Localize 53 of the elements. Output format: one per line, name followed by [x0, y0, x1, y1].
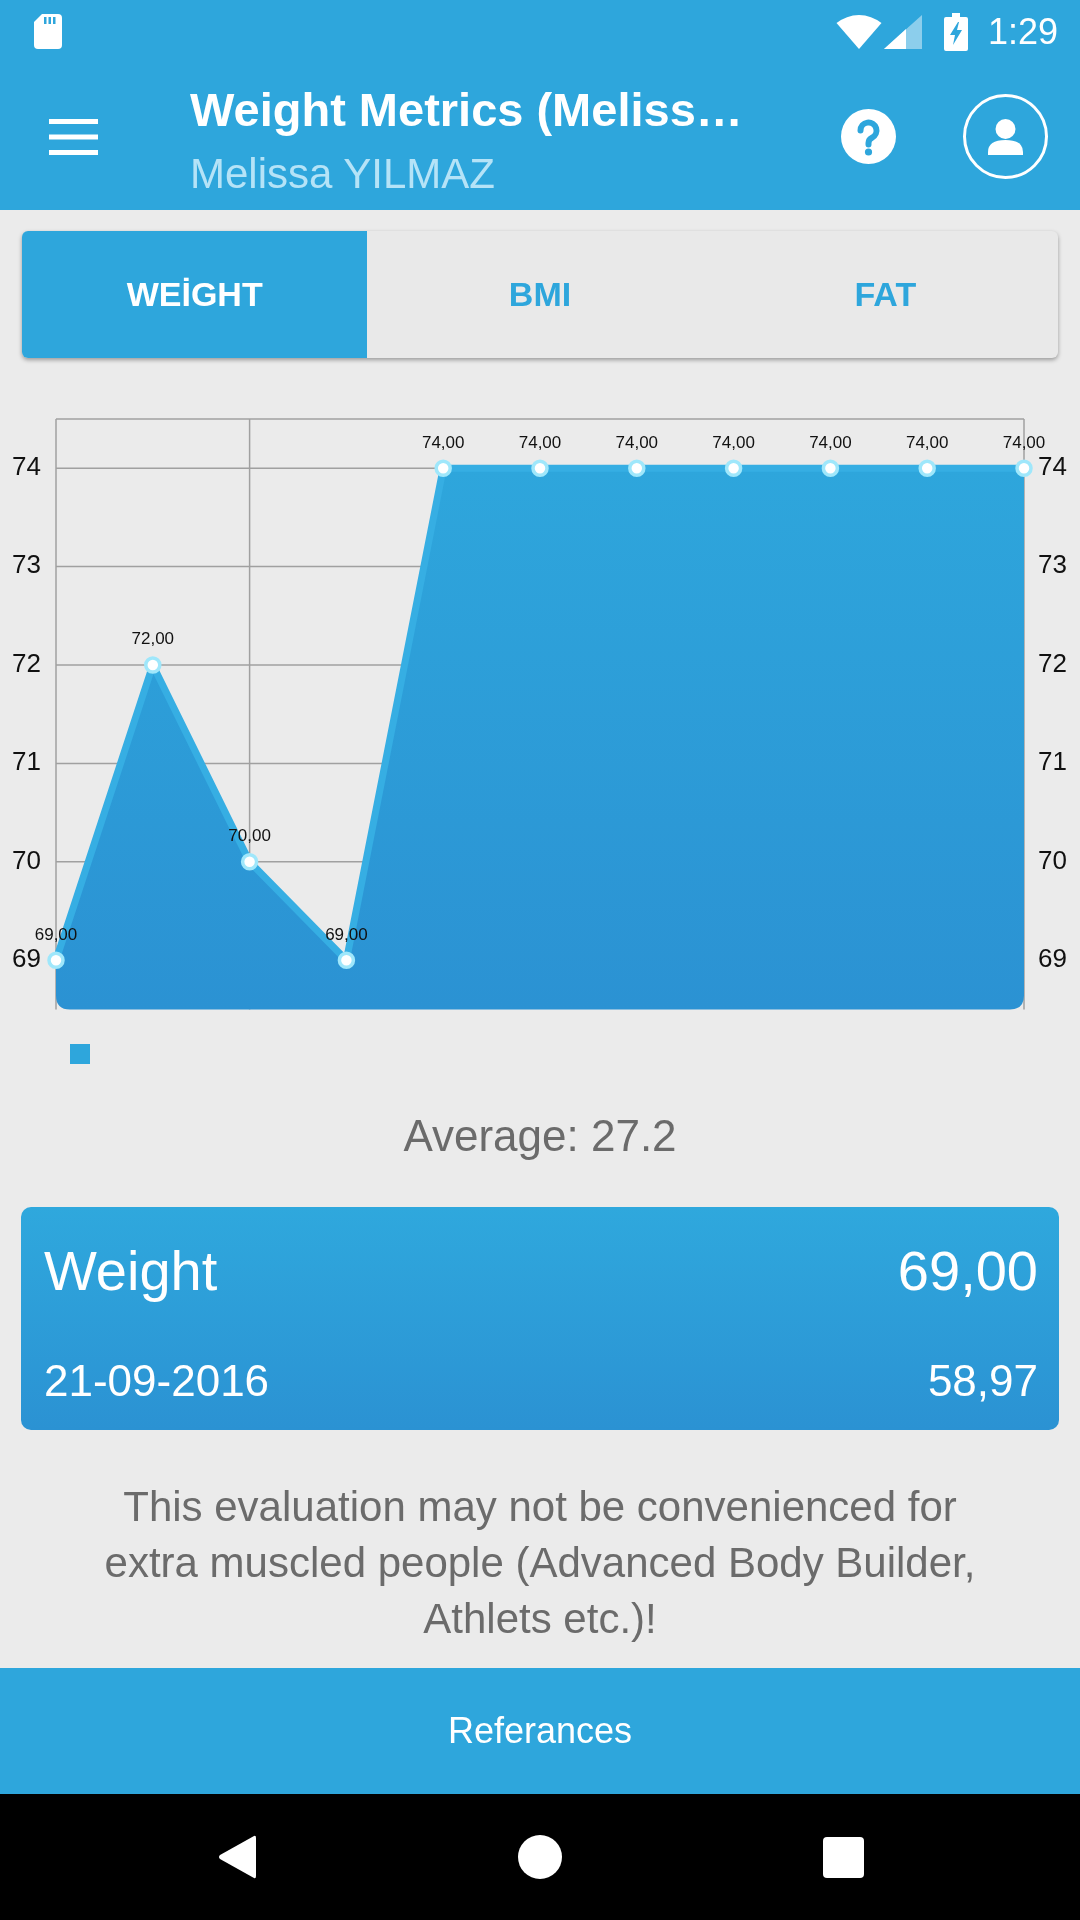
y-axis-label: 74	[1038, 451, 1067, 482]
data-label: 74,00	[1002, 432, 1046, 452]
y-axis-label: 72	[12, 647, 41, 678]
references-button[interactable]: Referances	[0, 1668, 1080, 1794]
data-point	[1015, 459, 1033, 477]
data-point	[47, 951, 65, 969]
date-text: 21-09-2016	[44, 1355, 270, 1407]
help-icon[interactable]	[841, 109, 896, 164]
data-point	[724, 459, 743, 477]
signal-icon	[883, 14, 922, 49]
data-label: 74,00	[518, 432, 562, 452]
y-axis-label: 73	[1038, 549, 1067, 580]
recents-icon[interactable]	[823, 1836, 864, 1878]
y-axis-label: 71	[12, 746, 41, 777]
status-time: 1:29	[987, 11, 1058, 52]
data-point	[337, 951, 356, 969]
y-axis-label: 69	[12, 943, 41, 974]
data-point	[918, 459, 936, 477]
data-label: 74,00	[615, 432, 659, 452]
disclaimer-text: This evaluation may not be convenienced for extra muscled people (Advanced Body Builder, Athlets etc.)!	[103, 1482, 977, 1644]
y-axis-label: 69	[1038, 943, 1067, 974]
tab[interactable]: FAT	[712, 231, 1058, 358]
tab[interactable]: BMI	[367, 231, 713, 358]
data-label: 74,00	[421, 432, 465, 452]
data-label: 74,00	[712, 432, 755, 452]
battery-charging-icon	[943, 12, 968, 51]
data-label: 72,00	[131, 629, 175, 649]
data-point	[240, 853, 259, 871]
person-icon[interactable]	[963, 94, 1048, 179]
data-point	[144, 656, 162, 674]
home-icon[interactable]	[518, 1835, 562, 1879]
tab[interactable]: WEİGHT	[22, 231, 368, 358]
metric-label: Weight	[44, 1239, 218, 1303]
data-label: 74,00	[809, 432, 852, 452]
data-point	[434, 459, 452, 477]
app-subtitle: Melissa YILMAZ	[190, 150, 495, 198]
secondary-value: 58,97	[927, 1355, 1038, 1407]
menu-icon[interactable]	[49, 118, 98, 155]
y-axis-label: 71	[1038, 746, 1067, 777]
back-icon[interactable]	[218, 1835, 256, 1879]
y-axis-label: 70	[1038, 844, 1067, 875]
data-point	[531, 459, 549, 477]
data-point	[628, 459, 646, 477]
y-axis-label: 73	[12, 549, 41, 580]
y-axis-label: 70	[12, 844, 41, 875]
metric-value: 69,00	[897, 1239, 1038, 1303]
average-text: Average: 27.2	[403, 1110, 677, 1162]
data-label: 74,00	[905, 432, 949, 452]
y-axis-label: 72	[1038, 647, 1067, 678]
sd-card-icon	[34, 14, 62, 49]
y-axis-label: 74	[12, 451, 41, 482]
data-point	[821, 459, 840, 477]
app-title: Weight Metrics (Meliss…	[190, 84, 743, 136]
